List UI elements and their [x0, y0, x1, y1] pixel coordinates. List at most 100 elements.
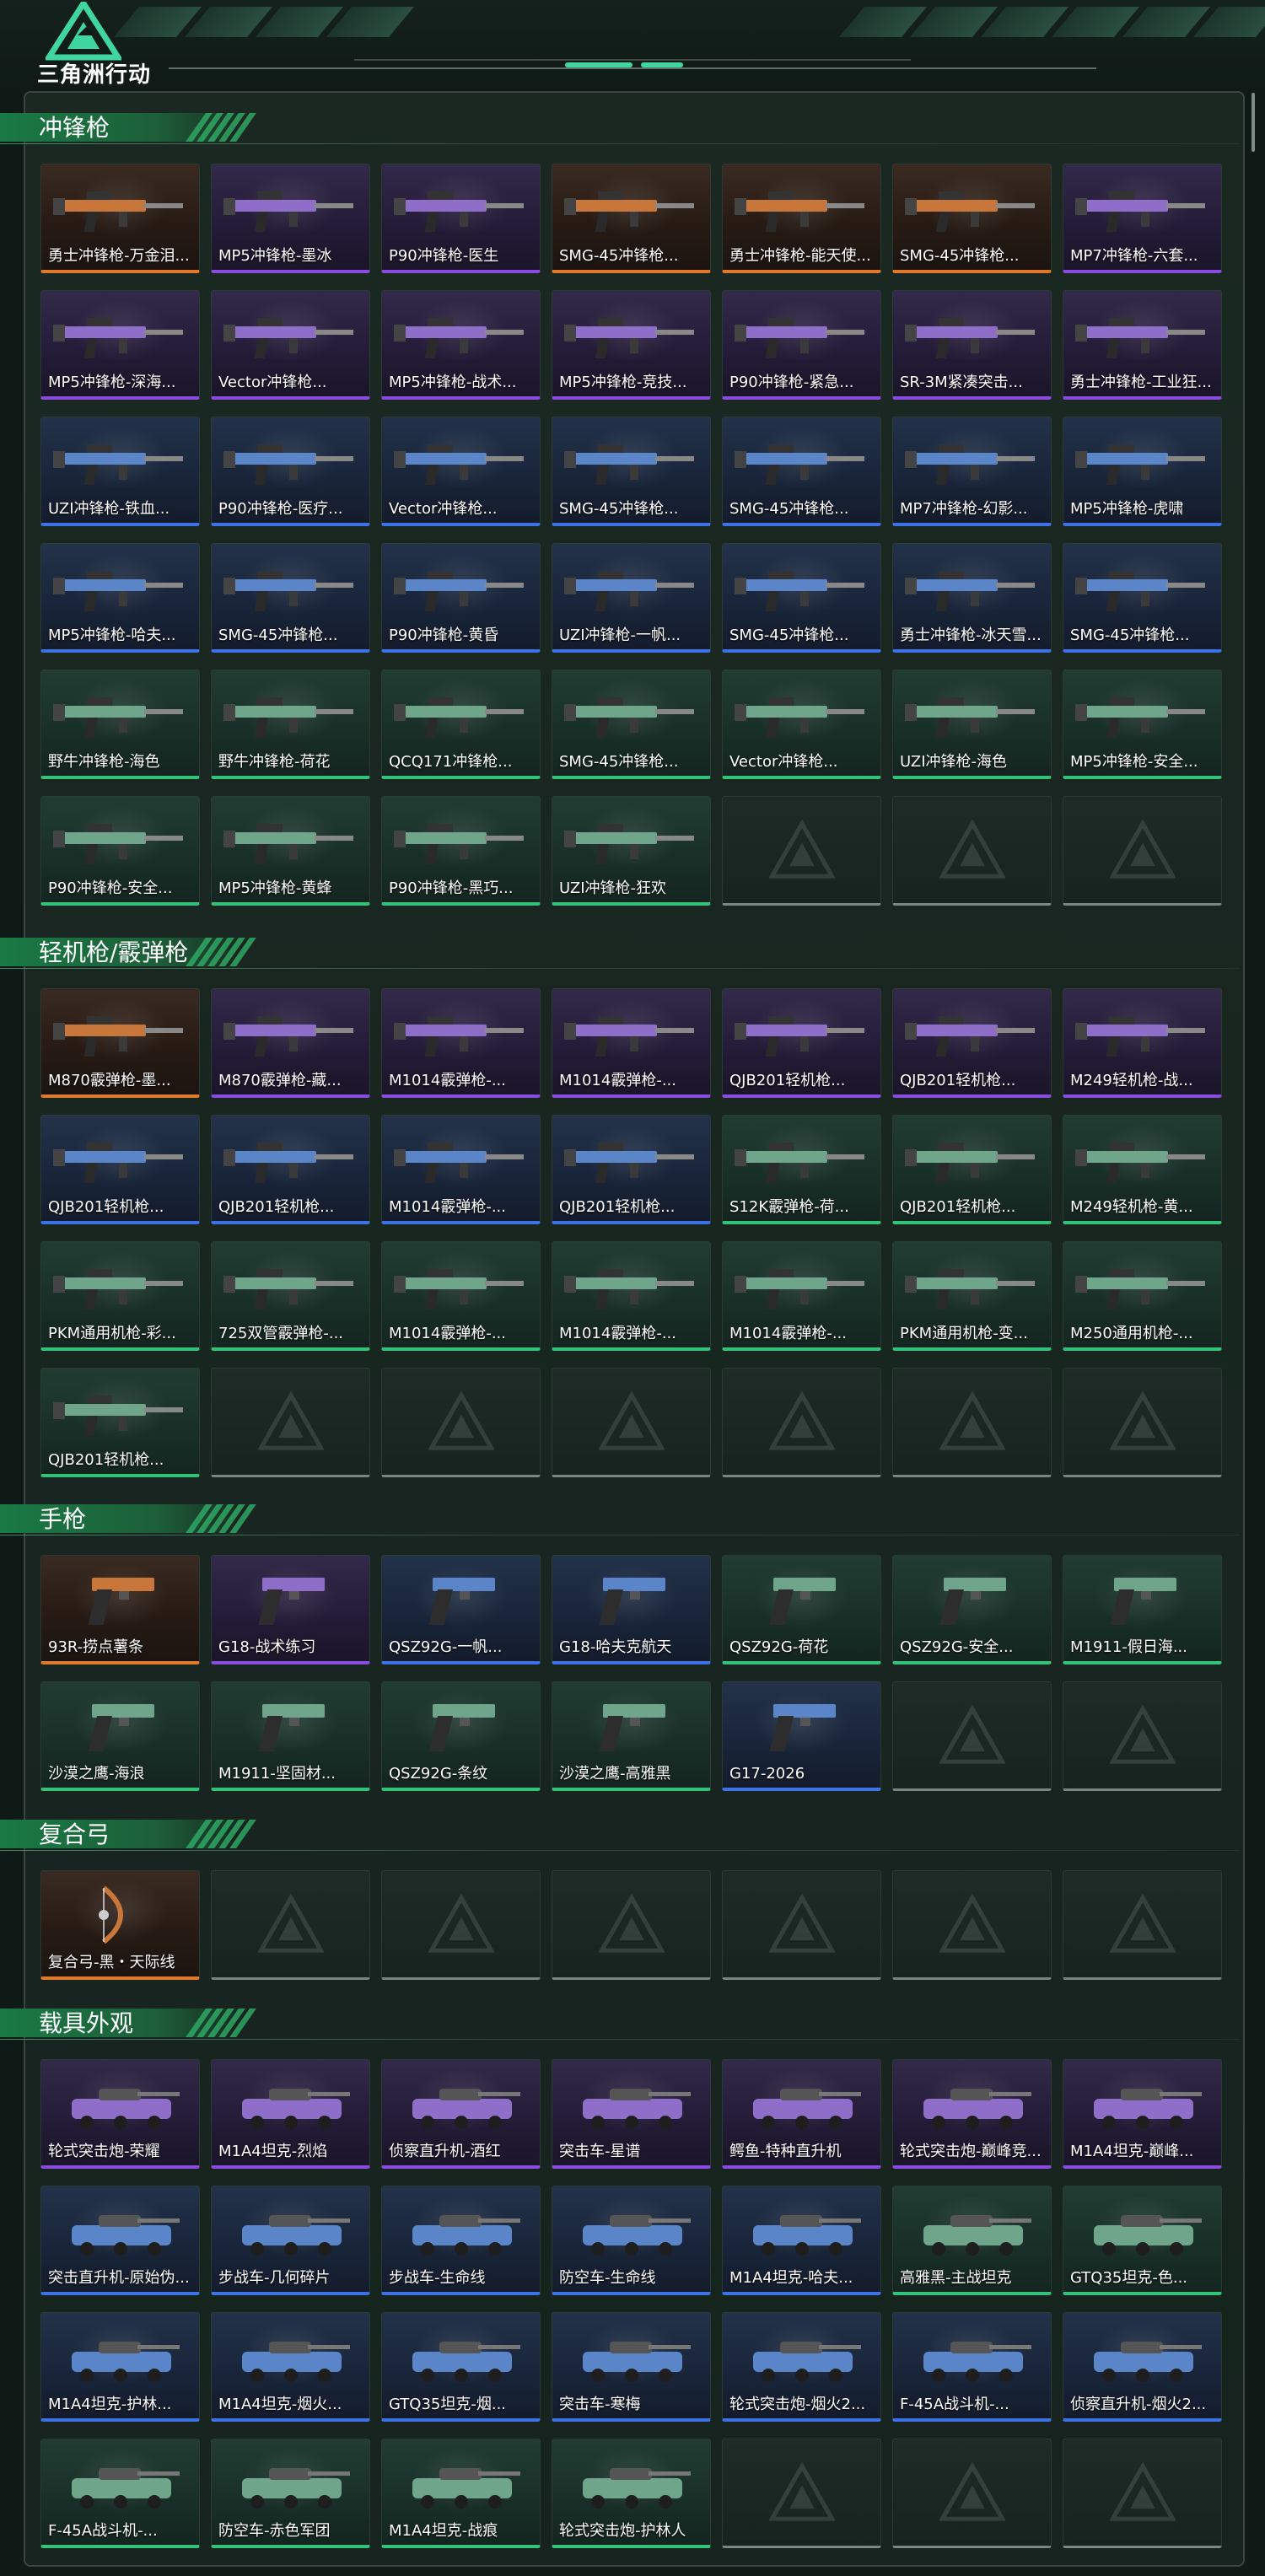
- item-card[interactable]: QJB201轻机枪...: [552, 1115, 711, 1224]
- item-card[interactable]: M1A4坦克-烈焰: [211, 2059, 370, 2169]
- item-card[interactable]: SMG-45冲锋枪...: [552, 164, 711, 273]
- item-card[interactable]: F-45A战斗机-...: [892, 2312, 1052, 2422]
- item-card[interactable]: 步战车-生命线: [381, 2186, 541, 2295]
- item-card[interactable]: 突击车-寒梅: [552, 2312, 711, 2422]
- item-card[interactable]: 突击直升机-原始伪...: [40, 2186, 200, 2295]
- item-card[interactable]: SMG-45冲锋枪...: [722, 543, 881, 653]
- item-card[interactable]: QSZ92G-一帆...: [381, 1555, 541, 1664]
- item-card[interactable]: M1014霰弹枪-...: [381, 1241, 541, 1351]
- item-card[interactable]: M1014霰弹枪-...: [552, 1241, 711, 1351]
- item-card[interactable]: M1A4坦克-战痕: [381, 2439, 541, 2548]
- item-card[interactable]: 防空车-生命线: [552, 2186, 711, 2295]
- item-card[interactable]: QJB201轻机枪...: [211, 1115, 370, 1224]
- item-card[interactable]: F-45A战斗机-...: [40, 2439, 200, 2548]
- item-card[interactable]: 勇士冲锋枪-工业狂...: [1063, 290, 1222, 400]
- item-card[interactable]: UZI冲锋枪-一帆...: [552, 543, 711, 653]
- item-card[interactable]: MP5冲锋枪-深海...: [40, 290, 200, 400]
- item-card[interactable]: 轮式突击炮-荣耀: [40, 2059, 200, 2169]
- item-card[interactable]: 93R-捞点薯条: [40, 1555, 200, 1664]
- item-card[interactable]: QJB201轻机枪...: [722, 988, 881, 1098]
- item-card[interactable]: M1A4坦克-烟火...: [211, 2312, 370, 2422]
- item-card[interactable]: UZI冲锋枪-狂欢: [552, 796, 711, 906]
- item-card[interactable]: Vector冲锋枪...: [211, 290, 370, 400]
- item-card[interactable]: M1A4坦克-哈夫...: [722, 2186, 881, 2295]
- item-card[interactable]: M1014霰弹枪-...: [552, 988, 711, 1098]
- item-card[interactable]: S12K霰弹枪-荷...: [722, 1115, 881, 1224]
- item-card[interactable]: M1014霰弹枪-...: [381, 988, 541, 1098]
- item-card[interactable]: PKM通用机枪-变...: [892, 1241, 1052, 1351]
- item-card[interactable]: SMG-45冲锋枪...: [552, 417, 711, 526]
- item-card[interactable]: P90冲锋枪-医疗...: [211, 417, 370, 526]
- item-card[interactable]: M1014霰弹枪-...: [381, 1115, 541, 1224]
- item-card[interactable]: 勇士冲锋枪-冰天雪...: [892, 543, 1052, 653]
- item-card[interactable]: 沙漠之鹰-高雅黑: [552, 1681, 711, 1791]
- item-card[interactable]: QSZ92G-安全...: [892, 1555, 1052, 1664]
- item-card[interactable]: M1014霰弹枪-...: [722, 1241, 881, 1351]
- item-card[interactable]: QJB201轻机枪...: [892, 1115, 1052, 1224]
- item-card[interactable]: QJB201轻机枪...: [40, 1368, 200, 1477]
- item-card[interactable]: QCQ171冲锋枪...: [381, 670, 541, 779]
- item-card[interactable]: M870霰弹枪-藏...: [211, 988, 370, 1098]
- item-card[interactable]: G17-2026: [722, 1681, 881, 1791]
- item-card[interactable]: MP7冲锋枪-幻影...: [892, 417, 1052, 526]
- item-card[interactable]: GTQ35坦克-色...: [1063, 2186, 1222, 2295]
- item-card[interactable]: 勇士冲锋枪-能天使...: [722, 164, 881, 273]
- item-card[interactable]: QSZ92G-荷花: [722, 1555, 881, 1664]
- item-card[interactable]: SR-3M紧凑突击...: [892, 290, 1052, 400]
- item-card[interactable]: M1911-假日海...: [1063, 1555, 1222, 1664]
- item-card[interactable]: SMG-45冲锋枪...: [722, 417, 881, 526]
- item-card[interactable]: M249轻机枪-黄...: [1063, 1115, 1222, 1224]
- item-card[interactable]: MP5冲锋枪-墨冰: [211, 164, 370, 273]
- item-card[interactable]: MP5冲锋枪-虎啸: [1063, 417, 1222, 526]
- item-card[interactable]: M1911-坚固材...: [211, 1681, 370, 1791]
- item-card[interactable]: 侦察直升机-酒红: [381, 2059, 541, 2169]
- item-card[interactable]: P90冲锋枪-紧急...: [722, 290, 881, 400]
- item-card[interactable]: M1A4坦克-巅峰...: [1063, 2059, 1222, 2169]
- item-card[interactable]: Vector冲锋枪...: [381, 417, 541, 526]
- item-card[interactable]: SMG-45冲锋枪...: [1063, 543, 1222, 653]
- item-card[interactable]: QJB201轻机枪...: [892, 988, 1052, 1098]
- item-card[interactable]: UZI冲锋枪-海色: [892, 670, 1052, 779]
- item-card[interactable]: MP5冲锋枪-哈夫...: [40, 543, 200, 653]
- item-card[interactable]: 鳄鱼-特种直升机: [722, 2059, 881, 2169]
- item-card[interactable]: 复合弓-黑・天际线: [40, 1870, 200, 1980]
- item-card[interactable]: M250通用机枪-...: [1063, 1241, 1222, 1351]
- item-card[interactable]: 防空车-赤色军团: [211, 2439, 370, 2548]
- item-card[interactable]: QSZ92G-条纹: [381, 1681, 541, 1791]
- item-card[interactable]: 侦察直升机-烟火2...: [1063, 2312, 1222, 2422]
- item-card[interactable]: 野牛冲锋枪-荷花: [211, 670, 370, 779]
- item-card[interactable]: 轮式突击炮-烟火2...: [722, 2312, 881, 2422]
- item-card[interactable]: P90冲锋枪-医生: [381, 164, 541, 273]
- item-card[interactable]: M249轻机枪-战...: [1063, 988, 1222, 1098]
- item-card[interactable]: MP5冲锋枪-战术...: [381, 290, 541, 400]
- item-card[interactable]: MP7冲锋枪-六套...: [1063, 164, 1222, 273]
- item-card[interactable]: 野牛冲锋枪-海色: [40, 670, 200, 779]
- scrollbar[interactable]: [1252, 93, 1255, 152]
- item-card[interactable]: P90冲锋枪-黄昏: [381, 543, 541, 653]
- item-card[interactable]: Vector冲锋枪...: [722, 670, 881, 779]
- item-card[interactable]: 勇士冲锋枪-万金泪...: [40, 164, 200, 273]
- item-card[interactable]: M870霰弹枪-墨...: [40, 988, 200, 1098]
- item-card[interactable]: G18-哈夫克航天: [552, 1555, 711, 1664]
- item-card[interactable]: 725双管霰弹枪-...: [211, 1241, 370, 1351]
- item-card[interactable]: G18-战术练习: [211, 1555, 370, 1664]
- item-card[interactable]: MP5冲锋枪-安全...: [1063, 670, 1222, 779]
- item-card[interactable]: 轮式突击炮-巅峰竞...: [892, 2059, 1052, 2169]
- item-card[interactable]: SMG-45冲锋枪...: [552, 670, 711, 779]
- item-card[interactable]: P90冲锋枪-安全...: [40, 796, 200, 906]
- item-card[interactable]: 突击车-星谱: [552, 2059, 711, 2169]
- item-card[interactable]: 轮式突击炮-护林人: [552, 2439, 711, 2548]
- item-card[interactable]: UZI冲锋枪-铁血...: [40, 417, 200, 526]
- item-card[interactable]: GTQ35坦克-烟...: [381, 2312, 541, 2422]
- item-card[interactable]: QJB201轻机枪...: [40, 1115, 200, 1224]
- item-card[interactable]: SMG-45冲锋枪...: [892, 164, 1052, 273]
- item-card[interactable]: M1A4坦克-护林...: [40, 2312, 200, 2422]
- item-card[interactable]: PKM通用机枪-彩...: [40, 1241, 200, 1351]
- item-card[interactable]: 沙漠之鹰-海浪: [40, 1681, 200, 1791]
- item-card[interactable]: MP5冲锋枪-竞技...: [552, 290, 711, 400]
- item-card[interactable]: 步战车-几何碎片: [211, 2186, 370, 2295]
- item-card[interactable]: 高雅黑-主战坦克: [892, 2186, 1052, 2295]
- item-card[interactable]: SMG-45冲锋枪...: [211, 543, 370, 653]
- item-card[interactable]: P90冲锋枪-黑巧...: [381, 796, 541, 906]
- item-card[interactable]: MP5冲锋枪-黄蜂: [211, 796, 370, 906]
